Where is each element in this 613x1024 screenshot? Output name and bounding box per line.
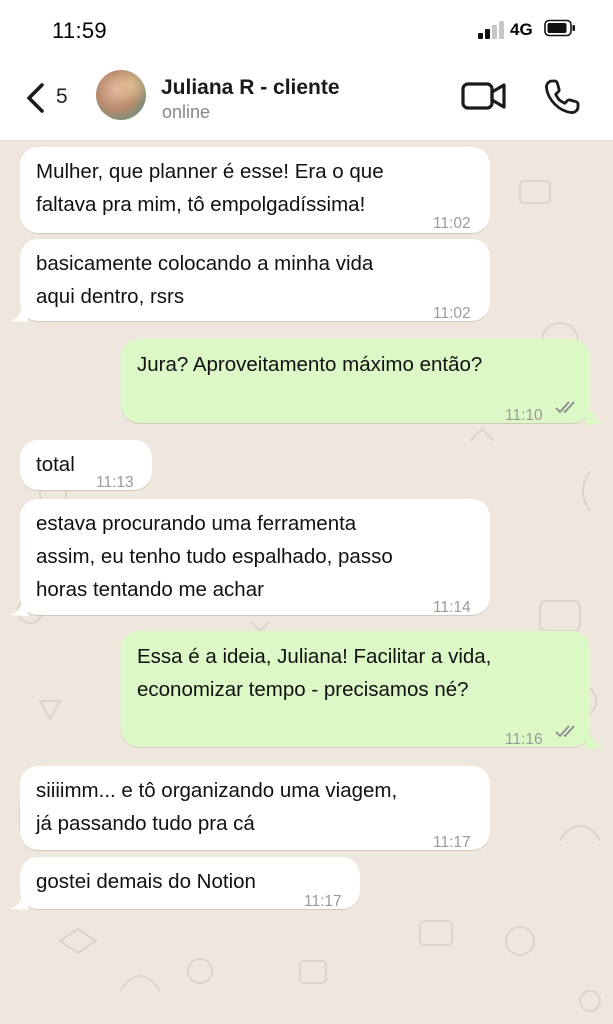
message-text: estava procurando uma ferramenta assim, … — [36, 512, 393, 601]
chevron-left-icon — [27, 83, 44, 113]
message-time: 11:16 — [505, 731, 543, 748]
message-time: 11:14 — [433, 599, 471, 616]
message-time: 11:17 — [433, 834, 471, 851]
status-time: 11:59 — [52, 18, 107, 43]
battery-icon — [544, 19, 575, 37]
status-bar: 11:59 4G — [0, 0, 613, 58]
message-outgoing[interactable]: Jura? Aproveitamento máximo então? 11:10 — [121, 339, 590, 424]
message-incoming[interactable]: Mulher, que planner é esse! Era o que fa… — [20, 147, 490, 233]
chat-header: 5 Juliana R - cliente online — [0, 58, 613, 141]
message-incoming[interactable]: siiiimm... e tô organizando uma viagem, … — [20, 766, 490, 851]
unread-count: 5 — [56, 85, 68, 108]
read-receipt-icon — [555, 401, 575, 414]
message-incoming[interactable]: gostei demais do Notion 11:17 — [20, 857, 360, 910]
signal-strength-icon — [478, 21, 508, 39]
bubble-tail — [586, 735, 604, 749]
back-button[interactable]: 5 — [18, 72, 76, 122]
contact-name[interactable]: Juliana R - cliente — [161, 76, 340, 100]
message-text: gostei demais do Notion — [36, 870, 256, 893]
bubble-tail — [10, 308, 28, 322]
message-time: 11:13 — [96, 474, 134, 491]
chat-area[interactable]: Mulher, que planner é esse! Era o que fa… — [0, 141, 613, 1024]
message-time: 11:02 — [433, 305, 471, 322]
message-text: Essa é a ideia, Juliana! Facilitar a vid… — [137, 645, 492, 701]
bubble-tail — [10, 602, 28, 616]
message-text: Jura? Aproveitamento máximo então? — [137, 353, 483, 376]
message-time: 11:02 — [433, 215, 471, 232]
network-type: 4G — [510, 20, 533, 39]
message-time: 11:10 — [505, 407, 543, 424]
message-incoming[interactable]: estava procurando uma ferramenta assim, … — [20, 499, 490, 616]
contact-status: online — [162, 102, 211, 122]
message-incoming[interactable]: basicamente colocando a minha vida aqui … — [20, 239, 490, 322]
message-text: total — [36, 453, 75, 476]
video-call-icon[interactable] — [460, 78, 508, 114]
message-outgoing[interactable]: Essa é a ideia, Juliana! Facilitar a vid… — [121, 631, 590, 748]
phone-call-icon[interactable] — [543, 78, 581, 116]
message-text: basicamente colocando a minha vida aqui … — [36, 252, 374, 308]
message-text: siiiimm... e tô organizando uma viagem, … — [36, 779, 398, 835]
message-incoming[interactable]: total 11:13 — [20, 440, 152, 491]
bubble-tail — [586, 411, 604, 425]
message-time: 11:17 — [304, 893, 342, 910]
message-text: Mulher, que planner é esse! Era o que fa… — [36, 160, 384, 216]
bubble-tail — [10, 896, 28, 910]
read-receipt-icon — [555, 725, 575, 738]
avatar[interactable] — [96, 70, 146, 120]
